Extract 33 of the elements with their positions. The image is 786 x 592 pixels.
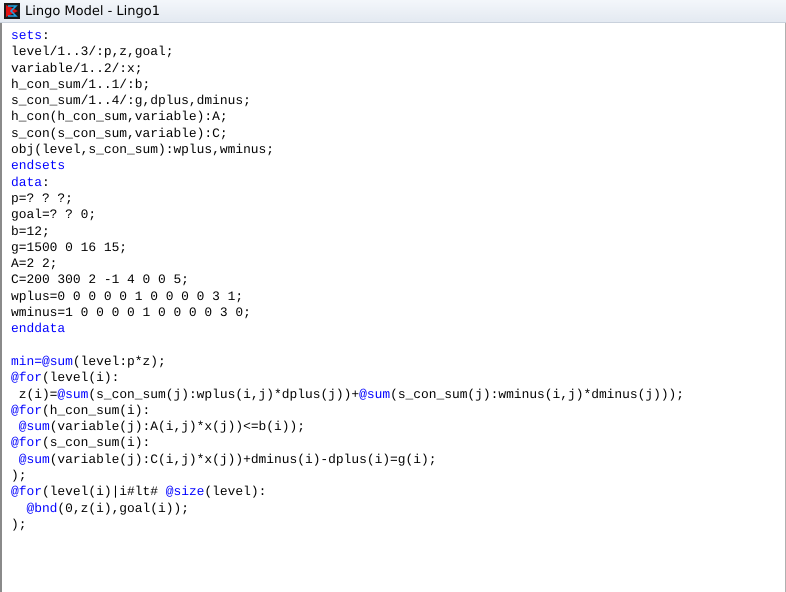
code-line: ); bbox=[11, 468, 26, 484]
code-line: s_con(s_con_sum,variable):C; bbox=[11, 126, 228, 142]
code-line: data: bbox=[11, 174, 50, 191]
code-line: variable/1..2/:x; bbox=[11, 60, 143, 77]
code-line: h_con_sum/1..1/:b; bbox=[11, 76, 150, 94]
code-line: s_con_sum/1..4/:g,dplus,dminus; bbox=[11, 93, 251, 110]
code-line: C=200 300 2 -1 4 0 0 5; bbox=[11, 272, 189, 289]
code-line: z(i)=@sum(s_con_sum(j):wplus(i,j)*dplus(j))+@sum(s_con_sum(j):wminus(i,j)*dminus(j))); bbox=[18, 386, 684, 403]
code-line: @for(s_con_sum(i): bbox=[11, 435, 150, 452]
code-line: h_con(h_con_sum,variable):A; bbox=[11, 109, 228, 126]
code-line: ); bbox=[11, 516, 26, 534]
code-line: @for(level(i): bbox=[11, 370, 120, 387]
code-line: @sum(variable(j):C(i,j)*x(j))+dminus(i)-dplus(i)=g(i); bbox=[18, 452, 436, 468]
code-editor[interactable] bbox=[0, 23, 786, 592]
code-line: @sum(variable(j):A(i,j)*x(j))<=b(i)); bbox=[18, 419, 305, 436]
code-line: wminus=1 0 0 0 0 1 0 0 0 0 3 0; bbox=[11, 305, 251, 322]
app-icon bbox=[4, 3, 20, 19]
code-line: @bnd(0,z(i),goal(i)); bbox=[25, 500, 189, 517]
code-line: b=12; bbox=[11, 224, 50, 240]
code-line: @for(level(i)|i#lt# @size(level): bbox=[11, 484, 266, 501]
code-line: endsets bbox=[11, 158, 66, 175]
code-line: sets: bbox=[11, 28, 50, 44]
code-line: min=@sum(level:p*z); bbox=[11, 354, 166, 370]
code-line: @for(h_con_sum(i): bbox=[11, 402, 150, 420]
code-line: g=1500 0 16 15; bbox=[11, 240, 128, 256]
window-title: Lingo Model - Lingo1 bbox=[25, 4, 160, 18]
code-line: level/1..3/:p,z,goal; bbox=[11, 44, 174, 61]
code-line: goal=? ? 0; bbox=[11, 207, 96, 224]
code-line: A=2 2; bbox=[11, 256, 58, 272]
code-line: p=? ? ?; bbox=[11, 190, 73, 208]
code-line: enddata bbox=[11, 321, 66, 338]
code-line: wplus=0 0 0 0 0 1 0 0 0 0 3 1; bbox=[11, 288, 244, 306]
code-line: obj(level,s_con_sum):wplus,wminus; bbox=[11, 142, 274, 158]
